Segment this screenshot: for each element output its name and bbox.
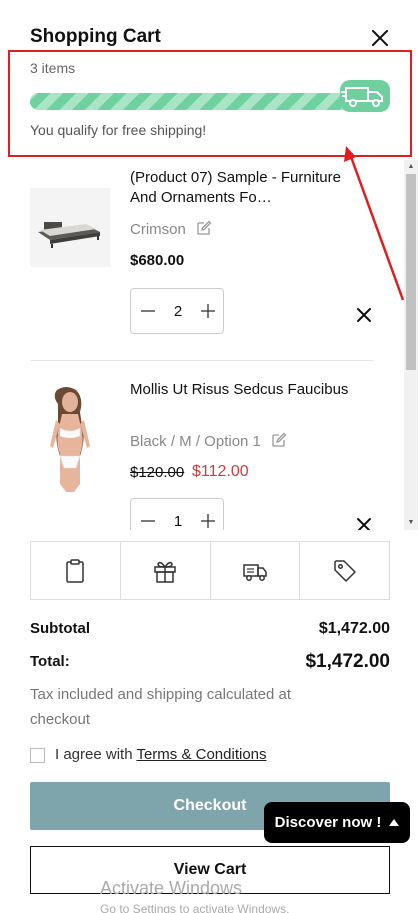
product-name[interactable]: (Product 07) Sample - Furniture And Orna…	[130, 168, 360, 208]
edit-icon[interactable]	[271, 432, 287, 448]
clipboard-note-icon	[66, 558, 85, 583]
discount-code-button[interactable]	[300, 542, 389, 599]
subtotal-value: $1,472.00	[318, 620, 390, 637]
variant-label: Crimson	[130, 221, 186, 238]
subtotal-label: Subtotal	[30, 620, 90, 637]
minus-icon[interactable]	[139, 512, 157, 530]
quantity-stepper: 1	[130, 498, 224, 530]
product-name[interactable]: Mollis Ut Risus Sedcus Faucibus	[130, 380, 360, 400]
cart-title: Shopping Cart	[30, 26, 161, 47]
agree-prefix: I agree with	[55, 746, 133, 763]
terms-checkbox[interactable]	[30, 748, 45, 763]
gift-icon	[154, 561, 176, 583]
discount-tag-icon	[333, 559, 356, 582]
terms-agreement: I agree with Terms & Conditions	[55, 746, 267, 763]
order-note-button[interactable]	[31, 542, 121, 599]
quantity-clip: 1	[30, 496, 380, 530]
total-label: Total:	[30, 653, 70, 670]
remove-item-icon[interactable]	[356, 517, 372, 530]
free-shipping-progress-bar	[30, 93, 390, 110]
quantity-value[interactable]: 1	[167, 513, 189, 530]
free-shipping-message: You qualify for free shipping!	[30, 122, 207, 138]
plus-icon[interactable]	[199, 512, 217, 530]
product-variant: Black / M / Option 1	[130, 432, 287, 450]
items-count: 3 items	[30, 60, 76, 76]
edit-icon[interactable]	[196, 220, 212, 236]
product-variant: Crimson	[130, 220, 212, 238]
cart-action-bar	[30, 541, 390, 600]
caret-up-icon	[389, 819, 400, 826]
windows-watermark-title: Activate Windows	[100, 878, 243, 898]
compare-at-price: $120.00	[130, 464, 185, 481]
product-image-swimwear[interactable]	[30, 386, 110, 493]
scroll-thumb[interactable]	[406, 174, 416, 370]
total-value: $1,472.00	[305, 651, 390, 672]
tax-note: Tax included and shipping calculated at …	[30, 686, 292, 728]
scroll-up-arrow-icon[interactable]: ▲	[404, 160, 418, 174]
remove-item-icon[interactable]	[356, 307, 372, 323]
scroll-down-arrow-icon[interactable]: ▼	[404, 516, 418, 530]
gift-wrap-button[interactable]	[121, 542, 211, 599]
close-icon[interactable]	[368, 26, 392, 50]
product-image-bed[interactable]	[30, 188, 110, 267]
discover-label: Discover now !	[274, 814, 382, 831]
product-price: $680.00	[130, 252, 185, 269]
plus-icon[interactable]	[199, 302, 217, 320]
discover-now-button[interactable]: Discover now !	[264, 802, 410, 843]
delivery-truck-icon	[340, 80, 390, 112]
shipping-estimate-button[interactable]	[211, 542, 301, 599]
windows-watermark-subtitle: Go to Settings to activate Windows.	[100, 902, 290, 913]
terms-link[interactable]: Terms & Conditions	[136, 746, 266, 763]
cart-header: Shopping Cart	[0, 0, 419, 56]
variant-label: Black / M / Option 1	[130, 433, 261, 450]
quantity-value[interactable]: 2	[167, 303, 189, 320]
quantity-stepper: 2	[130, 288, 224, 334]
sale-price: $112.00	[192, 463, 249, 480]
item-divider	[30, 360, 373, 361]
shipping-truck-icon	[243, 563, 267, 581]
cart-scrollbar[interactable]: ▲ ▼	[404, 160, 418, 530]
minus-icon[interactable]	[139, 302, 157, 320]
